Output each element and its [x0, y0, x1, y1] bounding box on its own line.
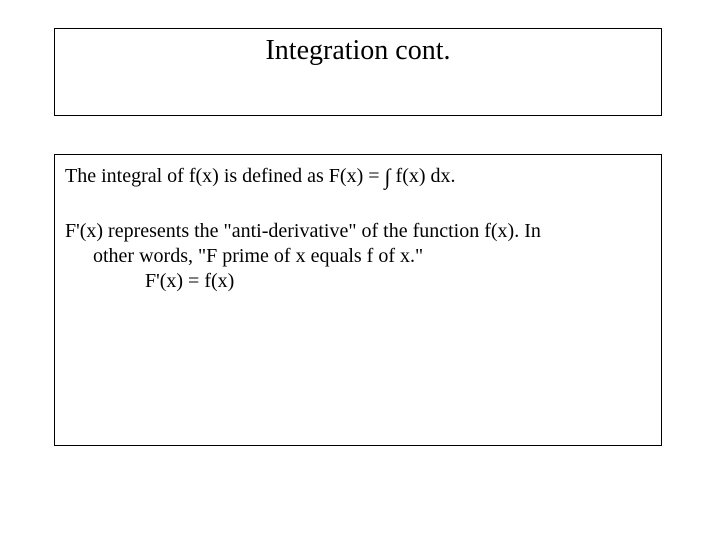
slide: Integration cont. The integral of f(x) i…	[0, 0, 720, 540]
title-box: Integration cont.	[54, 28, 662, 116]
paragraph-2-equation: F'(x) = f(x)	[65, 269, 651, 294]
paragraph-1: The integral of f(x) is defined as F(x) …	[65, 163, 651, 191]
content-box: The integral of f(x) is defined as F(x) …	[54, 154, 662, 446]
paragraph-2-line1: F'(x) represents the "anti-derivative" o…	[65, 219, 651, 244]
para1-suffix: f(x) dx.	[391, 165, 456, 187]
para1-prefix: The integral of f(x) is defined as F(x) …	[65, 165, 385, 187]
slide-title: Integration cont.	[265, 35, 450, 67]
paragraph-2-line2: other words, "F prime of x equals f of x…	[65, 244, 651, 269]
